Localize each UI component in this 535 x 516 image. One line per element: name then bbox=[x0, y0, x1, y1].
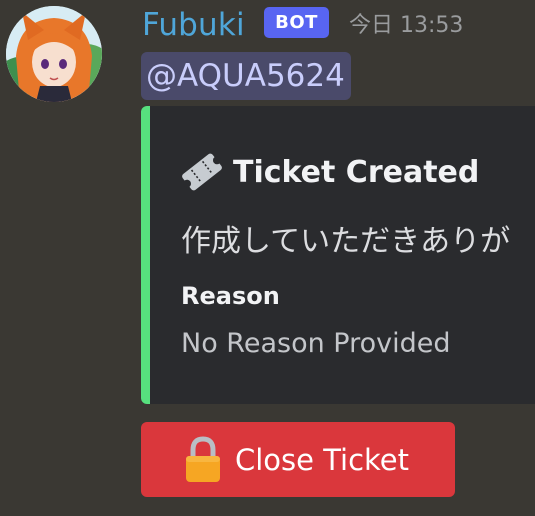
avatar[interactable] bbox=[6, 6, 102, 102]
embed-title-row: Ticket Created bbox=[179, 150, 479, 194]
embed-title: Ticket Created bbox=[233, 154, 480, 190]
lock-icon bbox=[186, 435, 220, 482]
message-timestamp[interactable]: 今日 13:53 bbox=[349, 10, 463, 42]
ticket-icon bbox=[182, 153, 222, 191]
close-ticket-button[interactable]: Close Ticket bbox=[141, 422, 455, 497]
close-ticket-label: Close Ticket bbox=[235, 442, 410, 477]
embed-field-name: Reason bbox=[181, 282, 280, 310]
embed-card: Ticket Created 作成していただきありが Reason No Rea… bbox=[141, 106, 535, 404]
embed-field-value: No Reason Provided bbox=[181, 328, 451, 359]
chat-message: Fubuki BOT 今日 13:53 @AQUA5624 Ticket Cre… bbox=[0, 0, 535, 516]
author-name[interactable]: Fubuki bbox=[142, 5, 245, 45]
bot-badge: BOT bbox=[264, 7, 329, 38]
embed-accent-bar bbox=[141, 106, 150, 404]
embed-description: 作成していただきありが bbox=[181, 224, 511, 259]
user-mention[interactable]: @AQUA5624 bbox=[141, 52, 351, 100]
